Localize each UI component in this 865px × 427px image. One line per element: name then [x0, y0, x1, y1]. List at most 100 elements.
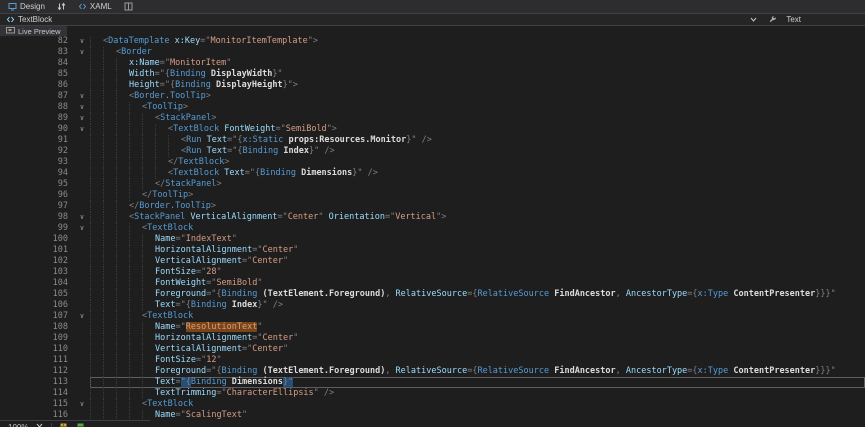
code-line[interactable]: 115∨<TextBlock: [0, 399, 865, 410]
code-line[interactable]: 89∨<StackPanel>: [0, 113, 865, 124]
line-number[interactable]: 95: [0, 179, 74, 190]
line-number[interactable]: 89: [0, 113, 74, 124]
code-line-content[interactable]: HorizontalAlignment="Center": [90, 333, 865, 344]
line-number[interactable]: 108: [0, 322, 74, 333]
line-number[interactable]: 104: [0, 278, 74, 289]
code-line-content[interactable]: Text="{Binding Dimensions}": [90, 377, 865, 388]
code-line-content[interactable]: <TextBlock: [90, 399, 865, 410]
code-line[interactable]: 94 <TextBlock Text="{Binding Dimensions}"…: [0, 168, 865, 179]
fold-chevron-icon[interactable]: ∨: [74, 124, 90, 135]
code-line[interactable]: 96 </ToolTip>: [0, 190, 865, 201]
code-line-content[interactable]: <Border: [90, 47, 865, 58]
fold-chevron-icon[interactable]: ∨: [74, 113, 90, 124]
code-line-content[interactable]: FontSize="28": [90, 267, 865, 278]
snaplines-button[interactable]: [75, 423, 86, 427]
code-line-content[interactable]: </StackPanel>: [90, 179, 865, 190]
line-number[interactable]: 85: [0, 69, 74, 80]
line-number[interactable]: 107: [0, 311, 74, 322]
code-line-content[interactable]: Foreground="{Binding (TextElement.Foregr…: [90, 366, 865, 377]
fold-chevron-icon[interactable]: ∨: [74, 311, 90, 322]
code-line[interactable]: 99∨<TextBlock: [0, 223, 865, 234]
code-line[interactable]: 106 Text="{Binding Index}" />: [0, 300, 865, 311]
code-line-content[interactable]: </ToolTip>: [90, 190, 865, 201]
line-number[interactable]: 90: [0, 124, 74, 135]
code-line[interactable]: 93 </TextBlock>: [0, 157, 865, 168]
code-area[interactable]: 82∨<DataTemplate x:Key="MonitorItemTempl…: [0, 36, 865, 427]
code-line-content[interactable]: Width="{Binding DisplayWidth}": [90, 69, 865, 80]
code-line-content[interactable]: VerticalAlignment="Center": [90, 344, 865, 355]
expand-pane-button[interactable]: [122, 2, 135, 11]
code-line[interactable]: 105Foreground="{Binding (TextElement.For…: [0, 289, 865, 300]
edit-property-button[interactable]: [766, 15, 779, 24]
code-line-content[interactable]: VerticalAlignment="Center": [90, 256, 865, 267]
code-line[interactable]: 87∨<Border.ToolTip>: [0, 91, 865, 102]
code-line-content[interactable]: <TextBlock FontWeight="SemiBold">: [90, 124, 865, 135]
code-line[interactable]: 92 <Run Text="{Binding Index}" />: [0, 146, 865, 157]
line-number[interactable]: 84: [0, 58, 74, 69]
line-number[interactable]: 113: [0, 377, 74, 388]
line-number[interactable]: 103: [0, 267, 74, 278]
line-number[interactable]: 106: [0, 300, 74, 311]
live-preview-tab[interactable]: Live Preview: [0, 26, 67, 36]
code-line-content[interactable]: Foreground="{Binding (TextElement.Foregr…: [90, 289, 865, 300]
code-line[interactable]: 103 FontSize="28": [0, 267, 865, 278]
code-line[interactable]: 111FontSize="12": [0, 355, 865, 366]
code-line-content[interactable]: <TextBlock: [90, 311, 865, 322]
element-breadcrumb[interactable]: TextBlock: [6, 15, 52, 24]
code-line[interactable]: 107∨<TextBlock: [0, 311, 865, 322]
line-number[interactable]: 110: [0, 344, 74, 355]
line-number[interactable]: 99: [0, 223, 74, 234]
line-number[interactable]: 94: [0, 168, 74, 179]
code-line-content[interactable]: </TextBlock>: [90, 157, 865, 168]
code-line[interactable]: 88∨<ToolTip>: [0, 102, 865, 113]
code-line-content[interactable]: <Run Text="{Binding Index}" />: [90, 146, 865, 157]
code-line-content[interactable]: <StackPanel VerticalAlignment="Center" O…: [90, 212, 865, 223]
line-number[interactable]: 115: [0, 399, 74, 410]
line-number[interactable]: 112: [0, 366, 74, 377]
code-line[interactable]: 90∨<TextBlock FontWeight="SemiBold">: [0, 124, 865, 135]
code-line[interactable]: 114TextTrimming="CharacterEllipsis" />: [0, 388, 865, 399]
code-line-content[interactable]: Name="IndexText": [90, 234, 865, 245]
code-line-content[interactable]: <TextBlock: [90, 223, 865, 234]
code-line[interactable]: 82∨<DataTemplate x:Key="MonitorItemTempl…: [0, 36, 865, 47]
line-number[interactable]: 82: [0, 36, 74, 47]
code-line[interactable]: 110 VerticalAlignment="Center": [0, 344, 865, 355]
code-line[interactable]: 86Height="{Binding DisplayHeight}">: [0, 80, 865, 91]
zoom-level-label[interactable]: 100%: [8, 423, 28, 427]
fold-chevron-icon[interactable]: ∨: [74, 212, 90, 223]
code-line-content[interactable]: Text="{Binding Index}" />: [90, 300, 865, 311]
code-line-content[interactable]: <Border.ToolTip>: [90, 91, 865, 102]
line-number[interactable]: 102: [0, 256, 74, 267]
design-tab[interactable]: Design: [5, 0, 48, 13]
line-number[interactable]: 93: [0, 157, 74, 168]
line-number[interactable]: 96: [0, 190, 74, 201]
code-line-content[interactable]: <Run Text="{x:Static props:Resources.Mon…: [90, 135, 865, 146]
code-line[interactable]: 100Name="IndexText": [0, 234, 865, 245]
line-number[interactable]: 97: [0, 201, 74, 212]
code-line-content[interactable]: <TextBlock Text="{Binding Dimensions}" /…: [90, 168, 865, 179]
code-line[interactable]: 108 Name="ResolutionText": [0, 322, 865, 333]
code-line[interactable]: 97</Border.ToolTip>: [0, 201, 865, 212]
snap-grid-button[interactable]: [58, 423, 69, 427]
code-line-content[interactable]: x:Name="MonitorItem": [90, 58, 865, 69]
line-number[interactable]: 86: [0, 80, 74, 91]
fold-chevron-icon[interactable]: ∨: [74, 91, 90, 102]
code-line-content[interactable]: <DataTemplate x:Key="MonitorItemTemplate…: [90, 36, 865, 47]
code-line[interactable]: 83∨<Border: [0, 47, 865, 58]
line-number[interactable]: 98: [0, 212, 74, 223]
code-line-content[interactable]: <StackPanel>: [90, 113, 865, 124]
code-line[interactable]: 85 Width="{Binding DisplayWidth}": [0, 69, 865, 80]
line-number[interactable]: 83: [0, 47, 74, 58]
line-number[interactable]: 109: [0, 333, 74, 344]
fold-chevron-icon[interactable]: ∨: [74, 223, 90, 234]
swap-panes-button[interactable]: [55, 2, 68, 11]
fold-chevron-icon[interactable]: ∨: [74, 36, 90, 47]
code-line[interactable]: 113 Text="{Binding Dimensions}": [0, 377, 865, 388]
code-line-content[interactable]: HorizontalAlignment="Center": [90, 245, 865, 256]
code-line[interactable]: 91<Run Text="{x:Static props:Resources.M…: [0, 135, 865, 146]
code-line[interactable]: 102 VerticalAlignment="Center": [0, 256, 865, 267]
code-line-content[interactable]: Name="ResolutionText": [90, 322, 865, 333]
code-line-content[interactable]: Name="ScalingText": [90, 410, 865, 421]
zoom-dropdown-button[interactable]: [34, 423, 45, 427]
line-number[interactable]: 92: [0, 146, 74, 157]
